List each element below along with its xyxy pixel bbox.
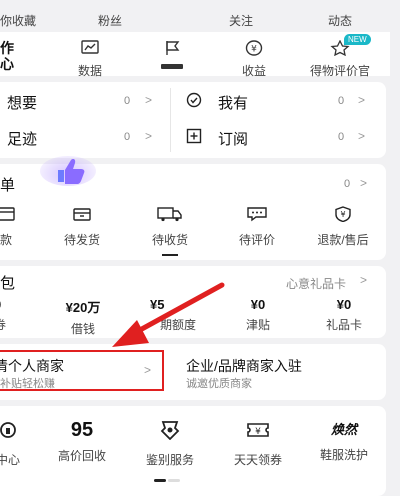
subscribe-label: 订阅 xyxy=(218,131,249,148)
order-item-to-review[interactable]: 待评价 xyxy=(229,206,285,248)
service-appraisal[interactable]: 鉴别服务 xyxy=(140,420,200,468)
creator-earnings-button[interactable]: ¥ 收益 xyxy=(236,40,272,79)
wallet-loan[interactable]: ¥20万 借钱 xyxy=(58,297,108,337)
want-count: 0 xyxy=(124,95,131,107)
svg-text:¥: ¥ xyxy=(251,45,257,55)
yen-coin-icon: ¥ xyxy=(245,40,263,56)
have-label: 我有 xyxy=(218,95,249,112)
chevron-right-icon: > xyxy=(360,176,368,190)
recycle-95-icon: 95 xyxy=(70,419,94,441)
brand-merchant-entry[interactable]: 企业/品牌商家入驻 诚邀优质商家 xyxy=(186,354,376,392)
truck-icon xyxy=(157,206,183,222)
new-badge: NEW xyxy=(344,34,371,45)
chevron-right-icon: > xyxy=(358,129,366,143)
footprint-label: 足迹 xyxy=(7,131,38,148)
subscribe-row[interactable]: 订阅 0 > xyxy=(186,122,376,150)
brand-merchant-title: 企业/品牌商家入驻 xyxy=(186,358,302,374)
order-item-refund[interactable]: ¥ 退款/售后 xyxy=(309,206,377,248)
want-row[interactable]: 想要 0 > xyxy=(0,86,170,114)
service-icon xyxy=(0,420,18,440)
chevron-right-icon: > xyxy=(144,363,152,377)
creator-title[interactable]: 作 心 xyxy=(0,40,14,72)
order-item-to-ship[interactable]: 待发货 xyxy=(56,206,108,248)
svg-text:¥: ¥ xyxy=(340,210,345,219)
chevron-right-icon: > xyxy=(145,129,153,143)
footprint-count: 0 xyxy=(124,131,131,143)
personal-merchant-title: 清个人商家 xyxy=(0,358,64,374)
active-underline xyxy=(162,254,178,256)
thumbs-up-icon xyxy=(52,156,88,186)
wallet-title[interactable]: 包 xyxy=(0,272,15,293)
service-center[interactable]: 中心 xyxy=(0,420,28,468)
have-count: 0 xyxy=(338,95,345,107)
page-indicator xyxy=(154,479,182,482)
box-icon xyxy=(72,206,92,222)
chart-icon xyxy=(80,40,100,56)
service-coupons[interactable]: ¥ 天天领券 xyxy=(228,420,288,468)
service-wash-care[interactable]: 焕然 鞋服洗护 xyxy=(314,420,374,463)
orders-title[interactable]: 单 xyxy=(0,174,15,195)
have-row[interactable]: 我有 0 > xyxy=(186,86,376,114)
creator-flag-button[interactable] xyxy=(154,40,190,69)
want-label: 想要 xyxy=(7,95,38,112)
orders-count: 0 xyxy=(344,178,351,190)
creator-reviewer-button[interactable]: 得物评价官 NEW xyxy=(300,34,380,79)
order-item-to-receive[interactable]: 待收货 xyxy=(142,206,198,256)
appraisal-icon xyxy=(159,420,181,440)
chat-bubble-icon xyxy=(246,206,268,222)
fans-stat[interactable]: 粉丝 xyxy=(98,12,122,29)
following-stat[interactable]: 关注 xyxy=(229,12,253,29)
posts-stat[interactable]: 动态 xyxy=(328,12,352,29)
shield-yen-icon: ¥ xyxy=(334,206,352,222)
personal-merchant-subtitle: 补贴轻松赚 xyxy=(0,378,55,390)
service-recycle[interactable]: 95 高价回收 xyxy=(52,420,112,464)
check-circle-icon xyxy=(186,92,202,108)
wallet-coupon[interactable]: 0 券 xyxy=(0,297,34,333)
lists-divider-v xyxy=(170,88,171,152)
chevron-right-icon: > xyxy=(145,93,153,107)
footprint-row[interactable]: 足迹 0 > xyxy=(0,122,170,150)
brand-merchant-subtitle: 诚邀优质商家 xyxy=(186,378,252,390)
plus-square-icon xyxy=(186,128,202,144)
favorites-stat[interactable]: 你收藏 xyxy=(0,12,36,29)
wallet-allowance[interactable]: ¥0 津贴 xyxy=(238,297,278,333)
chevron-right-icon: > xyxy=(358,93,366,107)
gift-card-link[interactable]: 心意礼品卡 xyxy=(286,275,346,292)
subscribe-count: 0 xyxy=(338,131,345,143)
flag-label-bar xyxy=(161,64,183,69)
coupon-icon: ¥ xyxy=(246,420,270,440)
wallet-icon xyxy=(0,206,16,222)
wallet-credit[interactable]: ¥5 期额度 xyxy=(150,297,210,333)
flag-icon xyxy=(162,40,182,56)
personal-merchant-entry[interactable]: 清个人商家 补贴轻松赚 > xyxy=(0,350,164,391)
svg-text:¥: ¥ xyxy=(255,427,261,437)
wallet-gift-card[interactable]: ¥0 礼品卡 xyxy=(316,297,372,333)
wash-icon: 焕然 xyxy=(330,422,357,437)
order-item-pending-pay[interactable]: 款 xyxy=(0,206,26,248)
chevron-right-icon: > xyxy=(360,273,368,287)
creator-data-button[interactable]: 数据 xyxy=(72,40,108,79)
